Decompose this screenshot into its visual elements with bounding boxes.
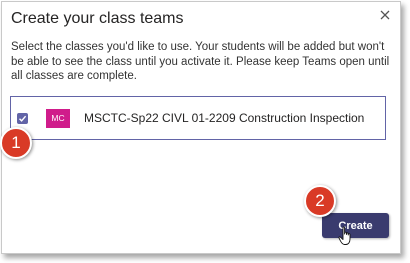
- create-class-teams-dialog: Create your class teams Select the class…: [1, 1, 401, 254]
- class-checkbox[interactable]: [17, 112, 28, 124]
- step-2-badge: 2: [304, 185, 336, 217]
- create-button[interactable]: Create: [322, 213, 389, 238]
- class-name: MSCTC-Sp22 CIVL 01-2209 Construction Ins…: [84, 111, 365, 125]
- hand-pointer-icon: [338, 226, 351, 245]
- dialog-description: Select the classes you'd like to use. Yo…: [11, 41, 390, 82]
- step-1-badge: 1: [0, 127, 32, 159]
- class-avatar: MC: [46, 108, 70, 128]
- class-list-item[interactable]: MC MSCTC-Sp22 CIVL 01-2209 Construction …: [10, 96, 386, 140]
- dialog-title: Create your class teams: [11, 10, 184, 27]
- close-icon[interactable]: [378, 8, 392, 22]
- check-icon: [19, 115, 27, 122]
